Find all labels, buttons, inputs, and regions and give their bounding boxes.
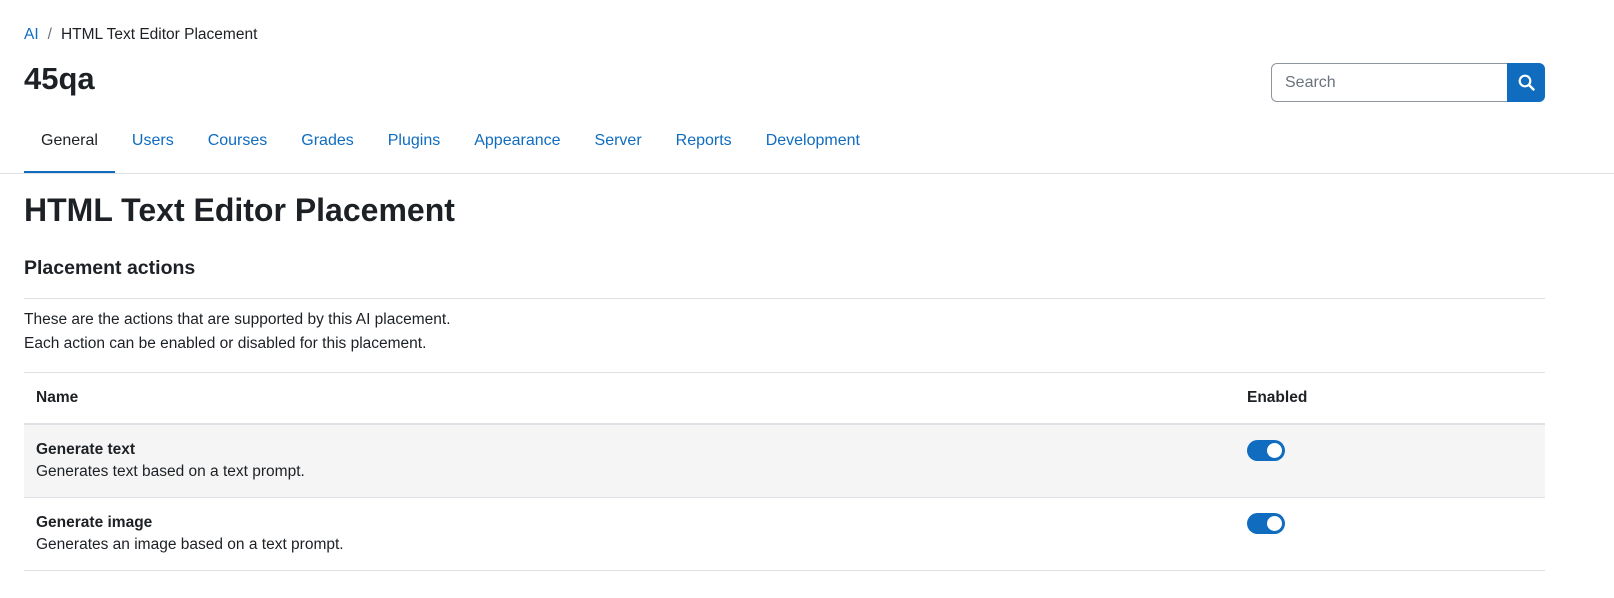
toggle-knob <box>1267 442 1282 458</box>
action-title: Generate image <box>36 513 153 531</box>
section-heading: Placement actions <box>24 257 196 279</box>
table-row: Generate image Generates an image based … <box>24 497 1545 571</box>
section-divider <box>24 298 1545 299</box>
tab-courses[interactable]: Courses <box>191 108 285 174</box>
tab-general[interactable]: General <box>24 108 115 174</box>
tab-users[interactable]: Users <box>115 108 191 174</box>
page-heading: HTML Text Editor Placement <box>24 192 455 228</box>
search-button[interactable] <box>1507 63 1545 102</box>
action-description: Generates an image based on a text promp… <box>36 535 344 553</box>
table-row: Generate text Generates text based on a … <box>24 423 1545 498</box>
actions-table: Name Enabled Generate text Generates tex… <box>24 372 1545 571</box>
breadcrumb: AI / HTML Text Editor Placement <box>24 25 257 45</box>
breadcrumb-current: HTML Text Editor Placement <box>60 26 258 43</box>
breadcrumb-separator: / <box>47 26 52 43</box>
tab-development[interactable]: Development <box>749 108 877 174</box>
admin-page: AI / HTML Text Editor Placement 45qa Gen… <box>0 0 1614 598</box>
admin-nav-tabs: General Users Courses Grades Plugins App… <box>24 108 1614 174</box>
action-name-cell: Generate text Generates text based on a … <box>24 423 1235 498</box>
enable-toggle[interactable] <box>1247 512 1285 534</box>
nav-divider <box>0 173 1614 174</box>
toggle-knob <box>1267 515 1282 531</box>
action-name-cell: Generate image Generates an image based … <box>24 497 1235 571</box>
column-header-enabled: Enabled <box>1235 372 1545 425</box>
site-title: 45qa <box>24 61 95 96</box>
table-header-row: Name Enabled <box>24 372 1545 425</box>
description-line: These are the actions that are supported… <box>24 311 451 328</box>
section-description: These are the actions that are supported… <box>24 308 451 356</box>
search-form <box>1271 63 1545 102</box>
column-header-name: Name <box>24 372 1235 425</box>
action-title: Generate text <box>36 440 136 458</box>
tab-server[interactable]: Server <box>578 108 659 174</box>
action-description: Generates text based on a text prompt. <box>36 462 305 480</box>
search-input[interactable] <box>1271 63 1507 102</box>
description-line: Each action can be enabled or disabled f… <box>24 335 427 352</box>
tab-appearance[interactable]: Appearance <box>457 108 577 174</box>
action-enabled-cell <box>1235 497 1545 571</box>
enable-toggle[interactable] <box>1247 439 1285 461</box>
breadcrumb-link-ai[interactable]: AI <box>24 25 39 45</box>
tab-plugins[interactable]: Plugins <box>371 108 457 174</box>
search-icon <box>1518 74 1535 91</box>
action-enabled-cell <box>1235 423 1545 498</box>
tab-grades[interactable]: Grades <box>284 108 370 174</box>
tab-reports[interactable]: Reports <box>659 108 749 174</box>
